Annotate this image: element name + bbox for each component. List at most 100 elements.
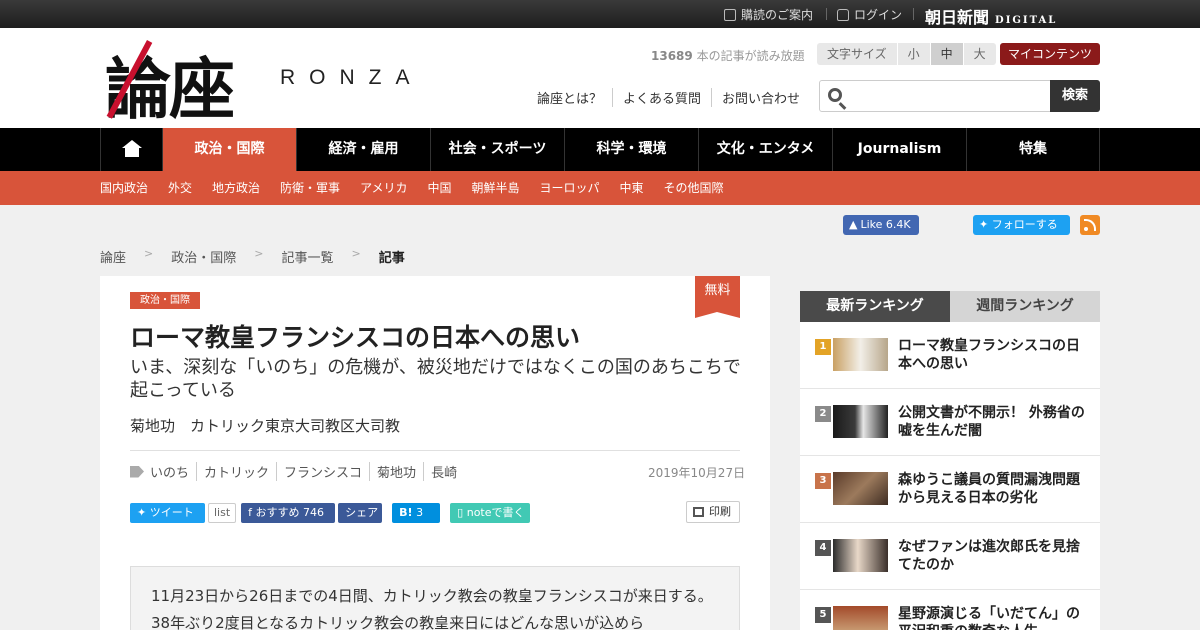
subnav-item[interactable]: 外交: [168, 171, 192, 205]
tweet-button[interactable]: ✦ ツイート: [130, 503, 205, 523]
ranking-title: 公開文書が不開示！ 外務省の嘘を生んだ闇: [898, 405, 1085, 439]
logo-latin: RONZA: [280, 66, 424, 89]
hatena-count: 3: [416, 506, 424, 519]
font-size-small[interactable]: 小: [897, 43, 931, 65]
subnav-item[interactable]: その他国際: [664, 171, 724, 205]
nav-economy[interactable]: 経済・雇用: [297, 128, 431, 171]
subnav-item[interactable]: 防衛・軍事: [280, 171, 340, 205]
breadcrumb-current: 記事: [378, 251, 405, 266]
ranking-title: ローマ教皇フランシスコの日本への思い: [898, 338, 1080, 372]
breadcrumb-category[interactable]: 政治・国際: [171, 247, 236, 266]
nav-society[interactable]: 社会・スポーツ: [431, 128, 565, 171]
printer-icon: [693, 507, 704, 517]
contact-link[interactable]: お問い合わせ: [711, 88, 810, 107]
nav-culture[interactable]: 文化・エンタメ: [699, 128, 833, 171]
header-links: 論座とは？ よくある質問 お問い合わせ: [537, 88, 810, 107]
article-title: ローマ教皇フランシスコの日本への思い: [130, 323, 581, 352]
ranking-thumbnail: [833, 472, 888, 505]
font-size-large[interactable]: 大: [963, 43, 996, 65]
note-button[interactable]: ▯ noteで書く: [450, 503, 531, 523]
search-icon: [828, 88, 842, 102]
subnav-item[interactable]: 朝鮮半島: [471, 171, 519, 205]
article-author[interactable]: 菊地功 カトリック東京大司教区大司教: [130, 415, 400, 436]
tab-weekly-ranking[interactable]: 週間ランキング: [950, 291, 1100, 322]
top-bar: 購読のご案内 ログイン 朝日新聞 DIGITAL: [0, 0, 1200, 28]
read-count-number: 13689: [651, 49, 693, 63]
facebook-like-button[interactable]: ▲ Like 6.4K: [843, 215, 919, 235]
ranking-title: なぜファンは進次郎氏を見捨てたのか: [898, 539, 1080, 573]
facebook-icon: f: [248, 506, 256, 519]
ranking-item[interactable]: 3 森ゆうこ議員の質問漏洩問題から見える日本の劣化: [800, 456, 1100, 523]
breadcrumb-home[interactable]: 論座: [100, 247, 126, 266]
twitter-bird-icon: ✦: [979, 218, 992, 231]
font-size-medium[interactable]: 中: [930, 43, 964, 65]
asahi-digital-logo[interactable]: 朝日新聞 DIGITAL: [925, 4, 1057, 28]
asahi-name: 朝日新聞: [925, 8, 990, 27]
note-label: noteで書く: [466, 506, 525, 519]
search-button[interactable]: 検索: [1050, 80, 1100, 112]
hatena-bookmark-button[interactable]: B! 3: [392, 503, 441, 523]
faq-link[interactable]: よくある質問: [612, 88, 711, 107]
search-input[interactable]: [850, 84, 1045, 108]
facebook-recommend-button[interactable]: f おすすめ 746: [241, 503, 336, 523]
tag-item[interactable]: 長崎: [423, 462, 464, 481]
thumbs-up-icon: ▲: [849, 218, 858, 231]
login-label: ログイン: [854, 8, 903, 22]
nav-special[interactable]: 特集: [967, 128, 1100, 171]
rank-number: 3: [815, 473, 831, 489]
tweet-label: ツイート: [149, 506, 194, 519]
ranking-item[interactable]: 4 なぜファンは進次郎氏を見捨てたのか: [800, 523, 1100, 590]
subscribe-link[interactable]: 購読のご案内: [724, 6, 813, 23]
tag-item[interactable]: フランシスコ: [276, 462, 369, 481]
site-header: 論座 RONZA 13689 本の記事が読み放題 文字サイズ 小 中 大 マイコ…: [0, 28, 1200, 128]
tag-list: いのち カトリック フランシスコ 菊地功 長崎: [130, 462, 464, 481]
ranking-widget: 最新ランキング 週間ランキング 1 ローマ教皇フランシスコの日本への思い 2 公…: [800, 291, 1100, 630]
my-contents-button[interactable]: マイコンテンツ: [1000, 43, 1100, 65]
read-count-text: 13689 本の記事が読み放題: [651, 47, 805, 64]
ranking-item[interactable]: 1 ローマ教皇フランシスコの日本への思い: [800, 322, 1100, 389]
tab-latest-ranking[interactable]: 最新ランキング: [800, 291, 950, 322]
breadcrumb-list[interactable]: 記事一覧: [281, 247, 333, 266]
twitter-list-button[interactable]: list: [208, 503, 237, 523]
breadcrumb-separator: >: [254, 247, 264, 260]
nav-science[interactable]: 科学・環境: [565, 128, 699, 171]
category-badge[interactable]: 政治・国際: [130, 292, 200, 309]
twitter-bird-icon: ✦: [137, 506, 150, 519]
subnav-item[interactable]: 中国: [427, 171, 451, 205]
ranking-item[interactable]: 5 星野源演じる「いだてん」の平沢和重の数奇な人生: [800, 590, 1100, 630]
ranking-title: 森ゆうこ議員の質問漏洩問題から見える日本の劣化: [898, 472, 1080, 506]
about-link[interactable]: 論座とは？: [537, 88, 612, 107]
fb-like-count: 6.4K: [885, 218, 911, 231]
tw-follow-label: フォローする: [991, 218, 1058, 231]
breadcrumb-separator: >: [351, 247, 361, 260]
rank-number: 1: [815, 339, 831, 355]
fb-recommend-label: おすすめ: [255, 506, 300, 519]
article-card: 政治・国際 無料 ローマ教皇フランシスコの日本への思い いま、深刻な「いのち」の…: [100, 276, 770, 630]
rss-icon[interactable]: [1080, 215, 1100, 235]
free-ribbon: 無料: [695, 276, 740, 318]
ranking-item[interactable]: 2 公開文書が不開示！ 外務省の嘘を生んだ闇: [800, 389, 1100, 456]
article-lead: 11月23日から26日までの4日間、カトリック教会の教皇フランシスコが来日する。…: [130, 566, 740, 630]
subnav-item[interactable]: ヨーロッパ: [540, 171, 600, 205]
tag-item[interactable]: 菊地功: [369, 462, 423, 481]
twitter-follow-button[interactable]: ✦ フォローする: [973, 215, 1070, 235]
asahi-digital: DIGITAL: [995, 15, 1058, 26]
subnav-item[interactable]: 中東: [620, 171, 644, 205]
tag-icon: [130, 465, 144, 478]
subnav-item[interactable]: 地方政治: [212, 171, 260, 205]
login-link[interactable]: ログイン: [837, 6, 902, 23]
nav-home[interactable]: [101, 128, 163, 171]
nav-politics[interactable]: 政治・国際: [163, 128, 297, 171]
print-label: 印刷: [709, 505, 731, 518]
subnav-item[interactable]: 国内政治: [100, 171, 148, 205]
facebook-share-button[interactable]: シェア: [338, 503, 383, 523]
tag-item[interactable]: カトリック: [196, 462, 276, 481]
read-count-suffix: 本の記事が読み放題: [692, 49, 805, 63]
breadcrumb-separator: >: [144, 247, 154, 260]
tag-item[interactable]: いのち: [150, 462, 196, 481]
nav-journalism[interactable]: Journalism: [833, 128, 967, 171]
font-size-switcher: 文字サイズ 小 中 大: [817, 43, 996, 65]
subnav-item[interactable]: アメリカ: [360, 171, 407, 205]
ronza-logo[interactable]: 論座 RONZA: [105, 36, 445, 128]
print-button[interactable]: 印刷: [686, 501, 740, 523]
